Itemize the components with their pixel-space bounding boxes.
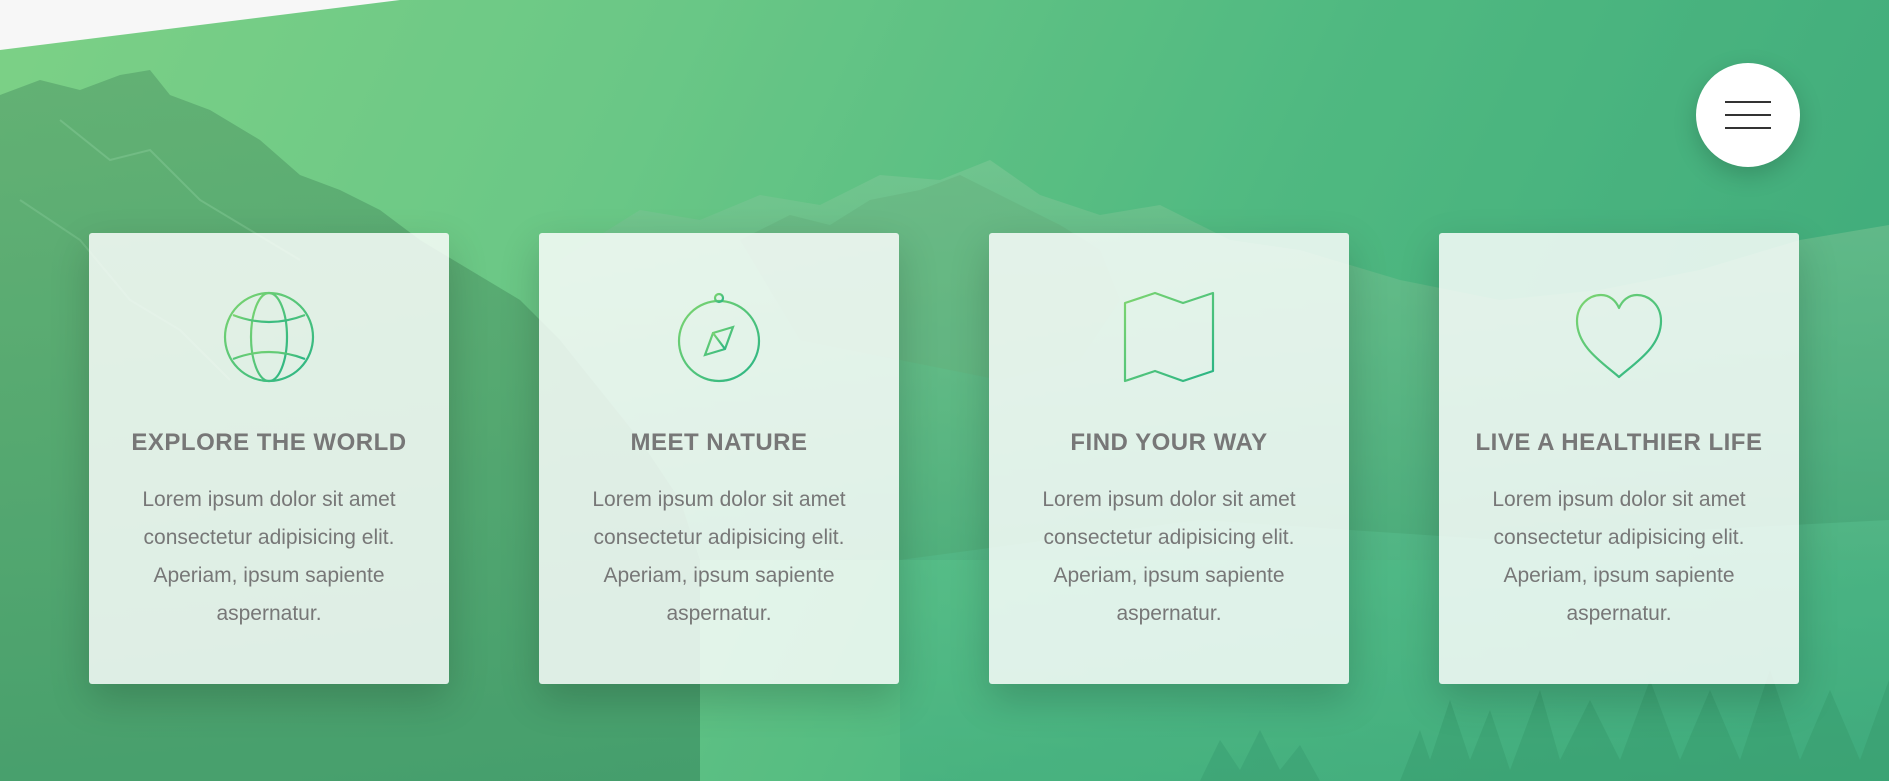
navigation-menu-button[interactable] [1696,63,1800,167]
globe-icon [223,291,315,383]
feature-title: FIND YOUR WAY [1070,429,1268,456]
feature-card: MEET NATURE Lorem ipsum dolor sit amet c… [539,233,899,684]
feature-card: FIND YOUR WAY Lorem ipsum dolor sit amet… [989,233,1349,684]
feature-title: LIVE A HEALTHIER LIFE [1475,429,1763,456]
feature-title: EXPLORE THE WORLD [131,429,407,456]
features-section: EXPLORE THE WORLD Lorem ipsum dolor sit … [89,233,1799,684]
feature-description: Lorem ipsum dolor sit amet consectetur a… [592,488,846,625]
feature-card: EXPLORE THE WORLD Lorem ipsum dolor sit … [89,233,449,684]
compass-icon [677,292,761,383]
map-icon [1123,291,1215,383]
hamburger-menu-icon [1725,101,1771,129]
feature-description: Lorem ipsum dolor sit amet consectetur a… [142,488,396,625]
feature-description: Lorem ipsum dolor sit amet consectetur a… [1492,488,1746,625]
feature-card: LIVE A HEALTHIER LIFE Lorem ipsum dolor … [1439,233,1799,684]
feature-description: Lorem ipsum dolor sit amet consectetur a… [1042,488,1296,625]
heart-icon [1575,293,1663,379]
page: EXPLORE THE WORLD Lorem ipsum dolor sit … [0,0,1889,781]
feature-title: MEET NATURE [630,429,808,456]
